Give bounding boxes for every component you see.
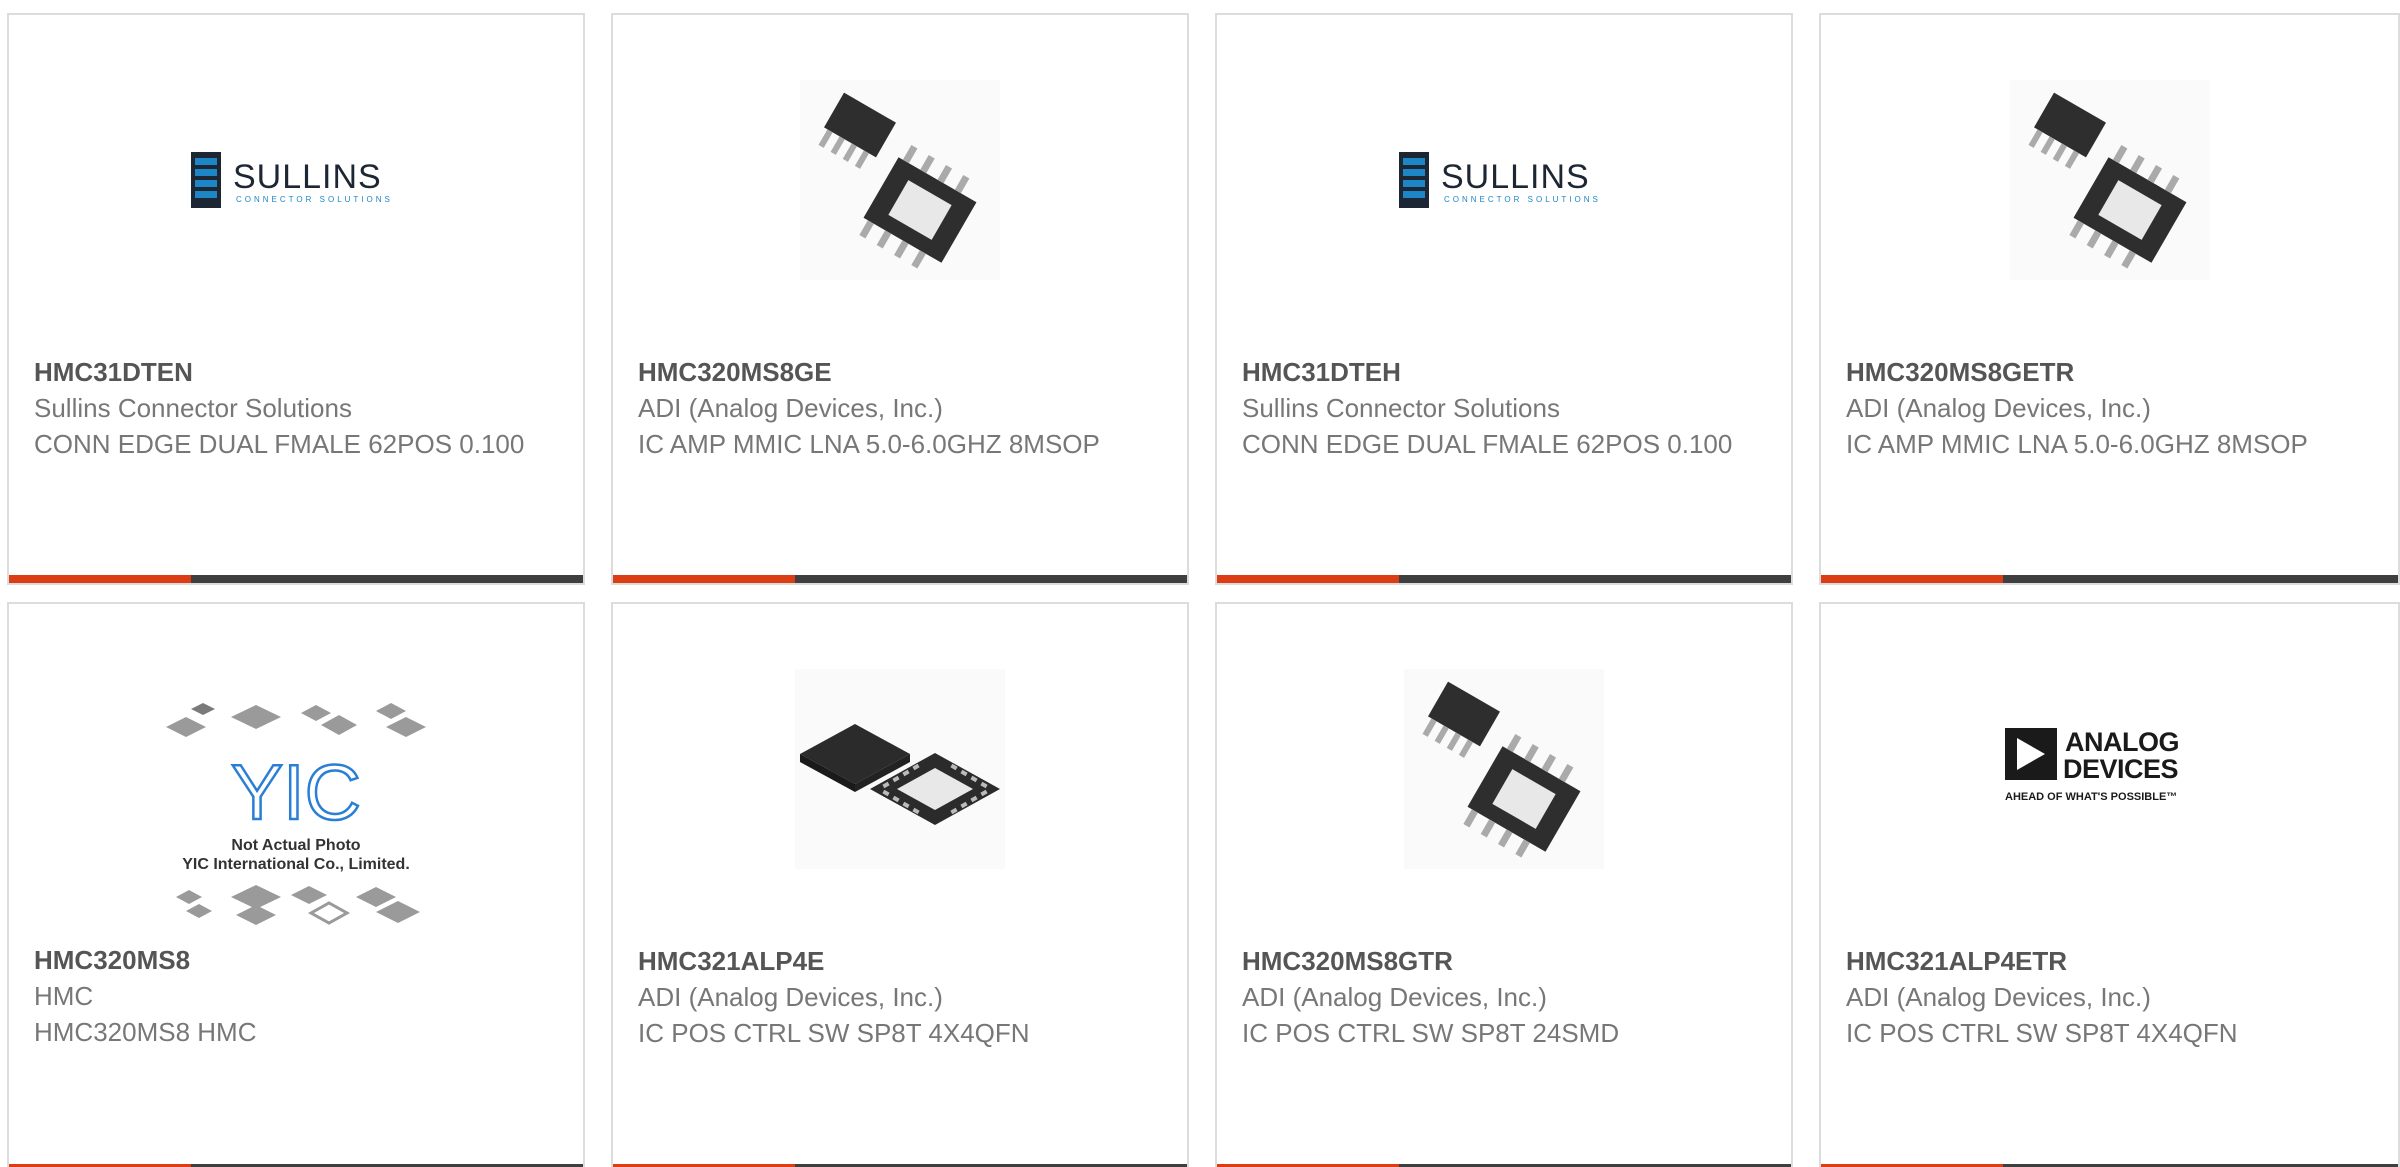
product-description: IC AMP MMIC LNA 5.0-6.0GHZ 8MSOP (638, 429, 1100, 459)
yic-caption: Not Actual Photo (231, 837, 360, 854)
adi-logo-line2: DEVICES (2063, 754, 2178, 784)
product-image[interactable] (1217, 644, 1791, 894)
manufacturer-name: ADI (Analog Devices, Inc.) (638, 982, 943, 1012)
manufacturer-name: Sullins Connector Solutions (1242, 393, 1560, 423)
product-card[interactable]: ANALOG DEVICES AHEAD OF WHAT'S POSSIBLE™… (1819, 602, 2400, 1167)
product-card[interactable]: HMC321ALP4E ADI (Analog Devices, Inc.) I… (611, 602, 1189, 1167)
product-image[interactable] (613, 55, 1187, 305)
manufacturer-name: Sullins Connector Solutions (34, 393, 352, 423)
adi-logo-tagline: AHEAD OF WHAT'S POSSIBLE™ (2005, 791, 2177, 803)
yic-mark: YIC (231, 748, 361, 836)
msop8-chip-icon (2009, 80, 2210, 280)
product-card[interactable]: HMC320MS8GE ADI (Analog Devices, Inc.) I… (611, 13, 1189, 585)
logo-tagline: CONNECTOR SOLUTIONS (236, 195, 393, 204)
product-image[interactable]: YIC Not Actual Photo YIC International C… (9, 692, 583, 942)
manufacturer-name: ADI (Analog Devices, Inc.) (1242, 982, 1547, 1012)
card-bottom-bar (613, 575, 1187, 583)
sullins-logo-icon: SULLINS CONNECTOR SOLUTIONS (191, 152, 393, 208)
adi-logo-line1: ANALOG (2065, 727, 2179, 757)
product-image[interactable]: ANALOG DEVICES AHEAD OF WHAT'S POSSIBLE™ (1821, 644, 2398, 894)
product-image[interactable] (1821, 55, 2398, 305)
part-number-link[interactable]: HMC321ALP4E (638, 943, 1167, 979)
product-description: IC POS CTRL SW SP8T 4X4QFN (638, 1018, 1030, 1048)
yic-placeholder-icon: YIC Not Actual Photo YIC International C… (166, 703, 426, 925)
manufacturer-name: ADI (Analog Devices, Inc.) (638, 393, 943, 423)
qfn-chip-icon (795, 669, 1005, 869)
product-card[interactable]: HMC320MS8GTR ADI (Analog Devices, Inc.) … (1215, 602, 1793, 1167)
logo-text: SULLINS (233, 158, 382, 196)
card-bottom-bar (1217, 575, 1791, 583)
logo-text: SULLINS (1441, 158, 1590, 196)
product-description: HMC320MS8 HMC (34, 1017, 257, 1047)
logo-tagline: CONNECTOR SOLUTIONS (1444, 195, 1601, 204)
product-description: IC POS CTRL SW SP8T 24SMD (1242, 1018, 1620, 1048)
part-number-link[interactable]: HMC31DTEN (34, 354, 563, 390)
card-bottom-bar (1821, 575, 2398, 583)
yic-company: YIC International Co., Limited. (182, 856, 410, 873)
sullins-logo-icon: SULLINS CONNECTOR SOLUTIONS (1399, 152, 1601, 208)
product-card[interactable]: SULLINS CONNECTOR SOLUTIONS HMC31DTEH Su… (1215, 13, 1793, 585)
part-number-link[interactable]: HMC320MS8GETR (1846, 354, 2378, 390)
product-description: CONN EDGE DUAL FMALE 62POS 0.100 (1242, 429, 1733, 459)
part-number-link[interactable]: HMC320MS8GE (638, 354, 1167, 390)
msop8-chip-icon (1404, 669, 1604, 869)
product-description: IC AMP MMIC LNA 5.0-6.0GHZ 8MSOP (1846, 429, 2308, 459)
analog-devices-logo-icon: ANALOG DEVICES AHEAD OF WHAT'S POSSIBLE™ (2004, 727, 2179, 803)
product-image[interactable]: SULLINS CONNECTOR SOLUTIONS (1217, 55, 1791, 305)
part-number-link[interactable]: HMC321ALP4ETR (1846, 943, 2378, 979)
card-accent-bar (1821, 575, 2003, 583)
manufacturer-name: ADI (Analog Devices, Inc.) (1846, 393, 2151, 423)
product-image[interactable]: SULLINS CONNECTOR SOLUTIONS (9, 55, 583, 305)
product-card[interactable]: YIC Not Actual Photo YIC International C… (7, 602, 585, 1167)
product-image[interactable] (613, 644, 1187, 894)
card-bottom-bar (9, 575, 583, 583)
msop8-chip-icon (800, 80, 1000, 280)
product-description: IC POS CTRL SW SP8T 4X4QFN (1846, 1018, 2238, 1048)
product-card[interactable]: HMC320MS8GETR ADI (Analog Devices, Inc.)… (1819, 13, 2400, 585)
card-accent-bar (9, 575, 191, 583)
manufacturer-name: ADI (Analog Devices, Inc.) (1846, 982, 2151, 1012)
part-number-link[interactable]: HMC320MS8GTR (1242, 943, 1771, 979)
product-description: CONN EDGE DUAL FMALE 62POS 0.100 (34, 429, 525, 459)
card-accent-bar (613, 575, 795, 583)
manufacturer-name: HMC (34, 981, 94, 1011)
part-number-link[interactable]: HMC320MS8 (34, 942, 563, 978)
part-number-link[interactable]: HMC31DTEH (1242, 354, 1771, 390)
product-grid: SULLINS CONNECTOR SOLUTIONS HMC31DTEN Su… (0, 0, 2400, 1167)
product-card[interactable]: SULLINS CONNECTOR SOLUTIONS HMC31DTEN Su… (7, 13, 585, 585)
card-accent-bar (1217, 575, 1399, 583)
